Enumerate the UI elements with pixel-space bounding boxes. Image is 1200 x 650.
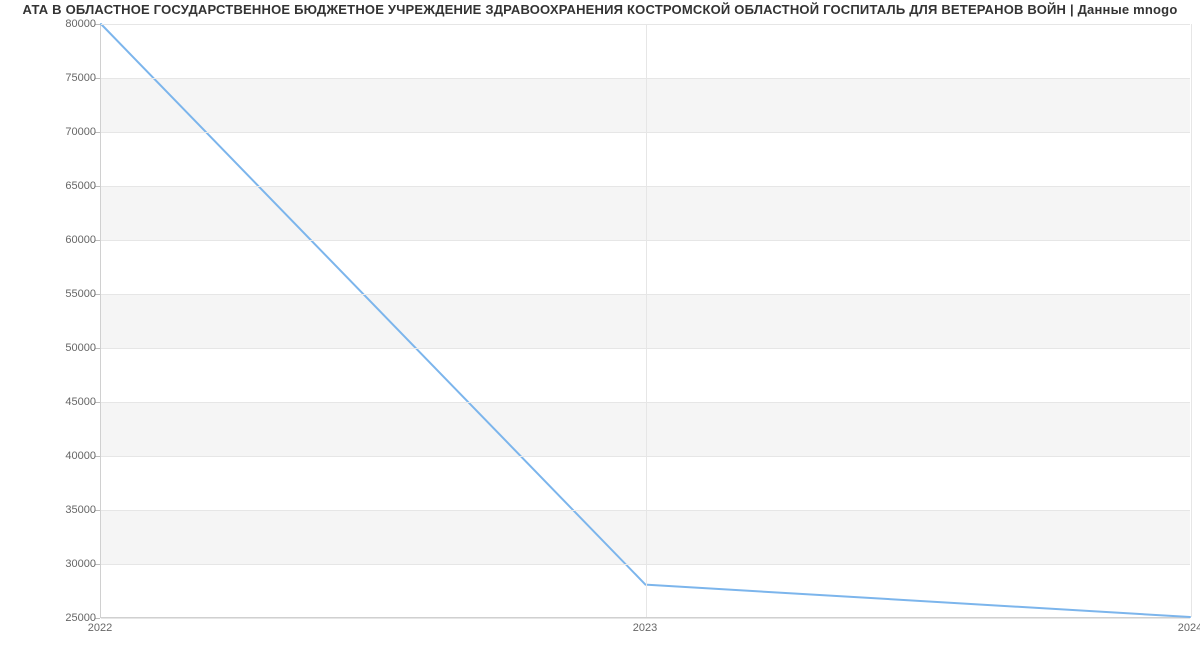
plot-area — [100, 24, 1190, 618]
y-tick-label: 30000 — [6, 558, 96, 570]
y-tick-label: 50000 — [6, 342, 96, 354]
x-gridline — [646, 24, 647, 617]
y-tick-label: 25000 — [6, 612, 96, 624]
x-tick-label: 2024 — [1178, 622, 1200, 634]
y-tick-label: 45000 — [6, 396, 96, 408]
x-tick-label: 2022 — [88, 622, 112, 634]
y-tick-label: 70000 — [6, 126, 96, 138]
y-gridline — [101, 618, 1190, 619]
line-chart: АТА В ОБЛАСТНОЕ ГОСУДАРСТВЕННОЕ БЮДЖЕТНО… — [0, 0, 1200, 650]
y-tick-label: 35000 — [6, 504, 96, 516]
y-tick-label: 55000 — [6, 288, 96, 300]
x-tick-label: 2023 — [633, 622, 657, 634]
y-tick-label: 75000 — [6, 72, 96, 84]
y-tick-label: 65000 — [6, 180, 96, 192]
y-tick-label: 60000 — [6, 234, 96, 246]
y-tick-label: 80000 — [6, 18, 96, 30]
x-gridline — [1191, 24, 1192, 617]
chart-title: АТА В ОБЛАСТНОЕ ГОСУДАРСТВЕННОЕ БЮДЖЕТНО… — [0, 0, 1200, 17]
y-tick-label: 40000 — [6, 450, 96, 462]
